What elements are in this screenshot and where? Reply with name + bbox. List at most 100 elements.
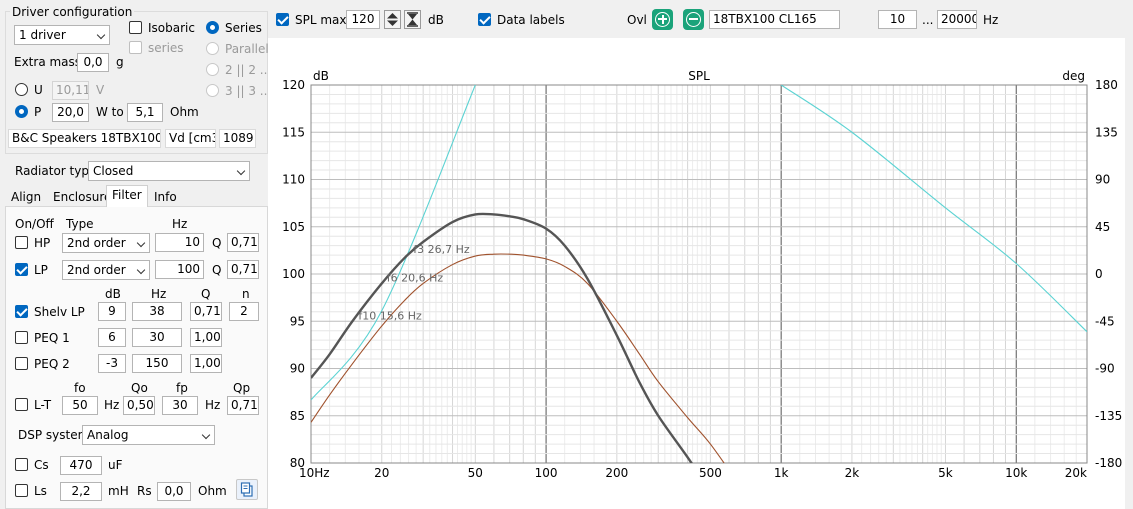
data-label: f3 26,7 Hz [413, 243, 470, 256]
hp-type-value: 2nd order [67, 236, 126, 250]
isobaric-series-label: series [148, 41, 184, 55]
spl-max-auto-button[interactable] [404, 10, 421, 29]
x-tick-label: 200 [605, 466, 628, 480]
freq-max-input[interactable]: 20000 [937, 10, 977, 29]
peq2-hz-input[interactable]: 150 [132, 354, 182, 373]
remove-overlay-button[interactable] [683, 9, 704, 30]
lt-qo-input[interactable]: 0,50 [123, 396, 155, 415]
chevron-down-icon [201, 430, 211, 440]
freq-min-input[interactable]: 10 [878, 10, 917, 29]
y-tick-label-right: -180 [1095, 456, 1122, 470]
peq1-q-input[interactable]: 1,00 [190, 328, 222, 347]
ls-input[interactable]: 2,2 [60, 482, 102, 501]
u-input[interactable]: 10,11 [52, 81, 89, 100]
shelv-hz-input[interactable]: 38 [132, 302, 182, 321]
config-3x3-radio[interactable] [206, 84, 219, 97]
hp-checkbox[interactable] [15, 236, 28, 249]
y-tick-label-right: 45 [1095, 220, 1110, 234]
ls-checkbox[interactable] [15, 484, 28, 497]
y-axis-label-right: deg [1062, 69, 1085, 83]
copy-button[interactable] [236, 479, 258, 500]
shelv-n-header: n [242, 287, 250, 301]
spl-max-spin-button[interactable] [384, 10, 401, 29]
rs-unit: Ohm [198, 484, 227, 498]
spl-max-checkbox[interactable] [276, 13, 289, 26]
series-label: Series [225, 21, 262, 35]
y-tick-label-left: 95 [290, 314, 305, 328]
spl-chart[interactable]: 10Hz 20 50 100 200 500 1k 2k 5k 10k 20k12011511010… [268, 38, 1125, 509]
p-radio[interactable] [15, 105, 28, 118]
y-tick-label-left: 115 [282, 125, 305, 139]
tab-filter[interactable]: Filter [106, 185, 148, 207]
ovl-label: Ovl [627, 13, 647, 27]
lt-qp-input[interactable]: 0,71 [227, 396, 259, 415]
lt-qp-header: Qp [233, 381, 251, 395]
u-radio[interactable] [15, 83, 28, 96]
series-radio[interactable] [206, 21, 219, 34]
hz-header: Hz [172, 217, 188, 231]
ohm-input[interactable]: 5,1 [127, 103, 163, 122]
radiator-type-select[interactable]: Closed [88, 161, 250, 181]
lp-checkbox[interactable] [15, 263, 28, 276]
hp-q-label: Q [212, 236, 222, 250]
cs-checkbox[interactable] [15, 458, 28, 471]
lt-hz2-label: Hz [205, 398, 221, 412]
peq1-checkbox[interactable] [15, 331, 28, 344]
p-input[interactable]: 20,0 [52, 103, 89, 122]
rs-input[interactable]: 0,0 [157, 482, 191, 501]
y-tick-label-left: 100 [282, 267, 305, 281]
isobaric-checkbox[interactable] [129, 21, 142, 34]
shelv-db-input[interactable]: 9 [98, 302, 126, 321]
driver-count-select[interactable]: 1 driver [14, 25, 110, 45]
peq1-hz-input[interactable]: 30 [132, 328, 182, 347]
lt-fo-input[interactable]: 50 [62, 396, 98, 415]
peq2-q-input[interactable]: 1,00 [190, 354, 222, 373]
dsp-system-label: DSP system [18, 428, 90, 442]
spl-overlay-curve [311, 253, 725, 463]
shelv-lp-checkbox[interactable] [15, 305, 28, 318]
y-tick-label-right: 90 [1095, 173, 1110, 187]
type-header: Type [66, 217, 94, 231]
add-overlay-button[interactable] [652, 9, 673, 30]
parallel-label: Parallel [225, 42, 269, 56]
y-axis-label-left: dB [313, 69, 329, 83]
x-tick-label: 50 [468, 466, 483, 480]
overlay-name-field[interactable]: 18TBX100 CL165 [709, 10, 840, 29]
lp-type-select[interactable]: 2nd order [62, 260, 150, 280]
peq2-checkbox[interactable] [15, 357, 28, 370]
minus-icon [689, 18, 698, 20]
data-labels-checkbox[interactable] [478, 13, 491, 26]
shelv-q-input[interactable]: 0,71 [190, 302, 222, 321]
hourglass-icon [407, 12, 418, 27]
speaker-name-field: B&C Speakers 18TBX100 [8, 129, 161, 148]
shelv-q-header: Q [201, 287, 211, 301]
spin-up-down-icon [387, 13, 398, 26]
config-2x2-radio[interactable] [206, 63, 219, 76]
hp-type-select[interactable]: 2nd order [62, 233, 150, 253]
isobaric-label: Isobaric [148, 21, 195, 35]
lt-checkbox[interactable] [15, 398, 28, 411]
hp-q-input[interactable]: 0,71 [227, 233, 259, 252]
lt-fp-input[interactable]: 30 [162, 396, 198, 415]
spl-max-unit: dB [428, 13, 444, 27]
dsp-system-select[interactable]: Analog [82, 425, 215, 445]
tab-info[interactable]: Info [148, 187, 183, 207]
lt-qo-header: Qo [131, 381, 148, 395]
x-tick-label: 5k [938, 466, 953, 480]
extra-mass-unit: g [116, 55, 124, 69]
peq2-db-input[interactable]: -3 [98, 354, 126, 373]
spl-max-input[interactable]: 120 [346, 10, 380, 29]
lp-type-value: 2nd order [67, 263, 126, 277]
lp-hz-input[interactable]: 100 [155, 260, 204, 279]
peq1-db-input[interactable]: 6 [98, 328, 126, 347]
tab-align[interactable]: Align [5, 187, 47, 207]
extra-mass-input[interactable]: 0,0 [77, 53, 109, 72]
hp-hz-input[interactable]: 10 [155, 233, 204, 252]
y-tick-label-left: 80 [290, 456, 305, 470]
isobaric-series-checkbox[interactable] [129, 41, 142, 54]
cs-input[interactable]: 470 [60, 456, 102, 475]
parallel-radio[interactable] [206, 42, 219, 55]
ohm-label: Ohm [170, 105, 199, 119]
lp-q-input[interactable]: 0,71 [227, 260, 259, 279]
shelv-n-input[interactable]: 2 [229, 302, 259, 321]
